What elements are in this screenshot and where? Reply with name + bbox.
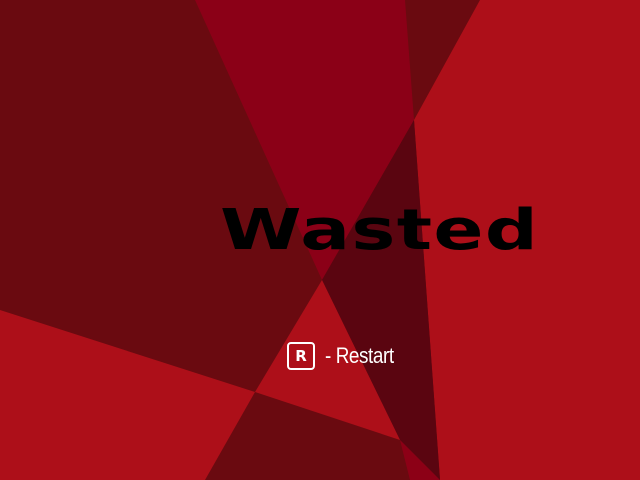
wasted-title: Wasted xyxy=(220,198,540,263)
wasted-screen: Wasted R - Restart xyxy=(0,0,640,480)
restart-hint: R - Restart xyxy=(287,340,405,372)
r-key-icon[interactable]: R xyxy=(287,342,315,370)
restart-label: - Restart xyxy=(325,343,394,368)
